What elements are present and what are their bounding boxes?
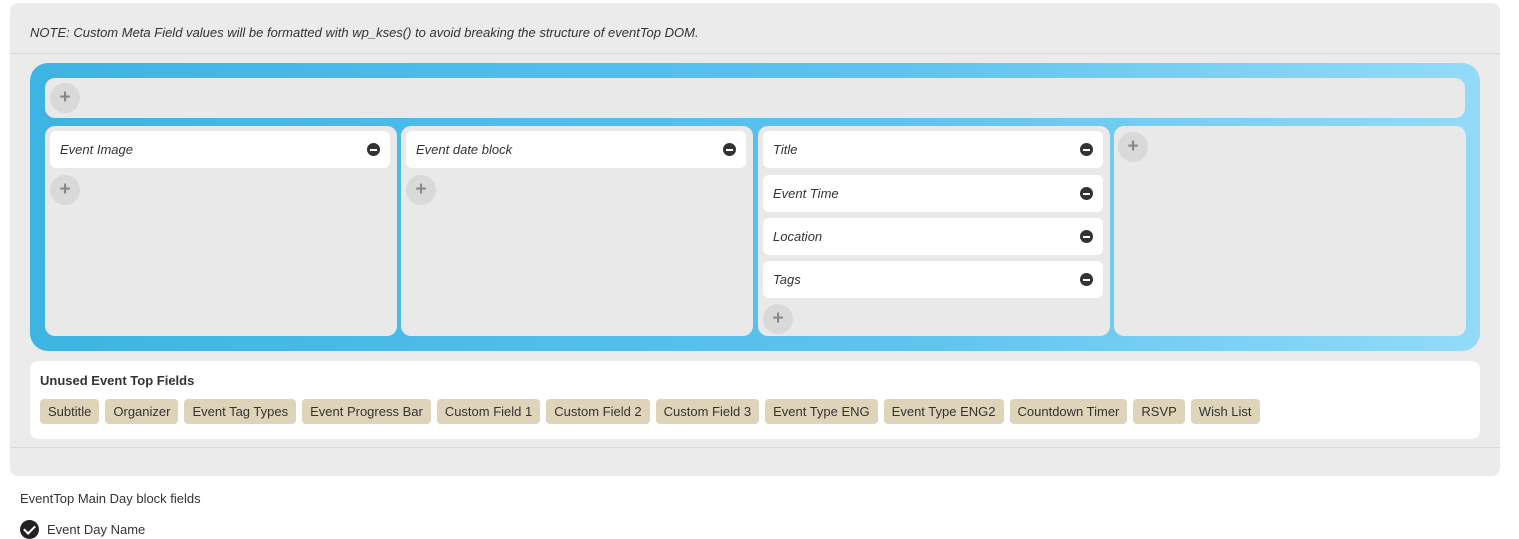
layout-column-3: Title Event Time Location Tags + — [758, 126, 1110, 336]
divider — [10, 447, 1500, 448]
field-label: Event Image — [60, 142, 133, 157]
minus-circle-icon[interactable] — [1080, 230, 1093, 243]
field-item[interactable]: Location — [763, 218, 1103, 255]
eventtop-layout-panel: NOTE: Custom Meta Field values will be f… — [10, 3, 1500, 476]
minus-circle-icon[interactable] — [723, 143, 736, 156]
minus-circle-icon[interactable] — [367, 143, 380, 156]
unused-field-tag[interactable]: Countdown Timer — [1009, 399, 1128, 424]
main-day-field-label: Event Day Name — [47, 522, 146, 537]
field-label: Location — [773, 229, 823, 244]
note-text: NOTE: Custom Meta Field values will be f… — [30, 25, 699, 40]
minus-circle-icon[interactable] — [1080, 273, 1093, 286]
layout-column-2: Event date block + — [401, 126, 753, 336]
unused-field-tag[interactable]: Wish List — [1190, 399, 1260, 424]
field-item[interactable]: Title — [763, 131, 1103, 168]
layout-column-1: Event Image + — [45, 126, 397, 336]
unused-field-tag[interactable]: Event Progress Bar — [302, 399, 431, 424]
top-row-dropzone: + — [45, 78, 1465, 118]
unused-field-tag[interactable]: Event Type ENG2 — [883, 399, 1004, 424]
plus-icon[interactable]: + — [406, 175, 436, 205]
field-label: Event date block — [416, 142, 513, 157]
eventtop-layout-grid: + Event Image + Event date block + Title… — [30, 63, 1480, 351]
field-item[interactable]: Event date block — [406, 131, 746, 168]
layout-column-4: + — [1114, 126, 1466, 336]
field-item[interactable]: Event Image — [50, 131, 390, 168]
main-day-section-title: EventTop Main Day block fields — [20, 491, 201, 506]
checkmark-circle-icon[interactable] — [20, 520, 39, 539]
minus-circle-icon[interactable] — [1080, 187, 1093, 200]
plus-icon[interactable]: + — [1118, 132, 1148, 162]
field-label: Event Time — [773, 186, 839, 201]
unused-fields-list: Subtitle Organizer Event Tag Types Event… — [40, 399, 1260, 424]
plus-icon[interactable]: + — [50, 175, 80, 205]
unused-field-tag[interactable]: Event Type ENG — [765, 399, 878, 424]
plus-icon[interactable]: + — [50, 83, 80, 113]
field-label: Title — [773, 142, 798, 157]
field-item[interactable]: Tags — [763, 261, 1103, 298]
unused-field-tag[interactable]: Subtitle — [40, 399, 100, 424]
unused-field-tag[interactable]: Event Tag Types — [184, 399, 297, 424]
minus-circle-icon[interactable] — [1080, 143, 1093, 156]
unused-fields-box: Unused Event Top Fields Subtitle Organiz… — [30, 361, 1480, 439]
unused-field-tag[interactable]: Organizer — [105, 399, 179, 424]
field-item[interactable]: Event Time — [763, 175, 1103, 212]
divider — [10, 53, 1500, 54]
field-label: Tags — [773, 272, 801, 287]
unused-field-tag[interactable]: RSVP — [1133, 399, 1185, 424]
plus-icon[interactable]: + — [763, 304, 793, 334]
unused-field-tag[interactable]: Custom Field 1 — [436, 399, 541, 424]
unused-field-tag[interactable]: Custom Field 3 — [655, 399, 760, 424]
unused-fields-title: Unused Event Top Fields — [40, 373, 195, 388]
unused-field-tag[interactable]: Custom Field 2 — [546, 399, 650, 424]
